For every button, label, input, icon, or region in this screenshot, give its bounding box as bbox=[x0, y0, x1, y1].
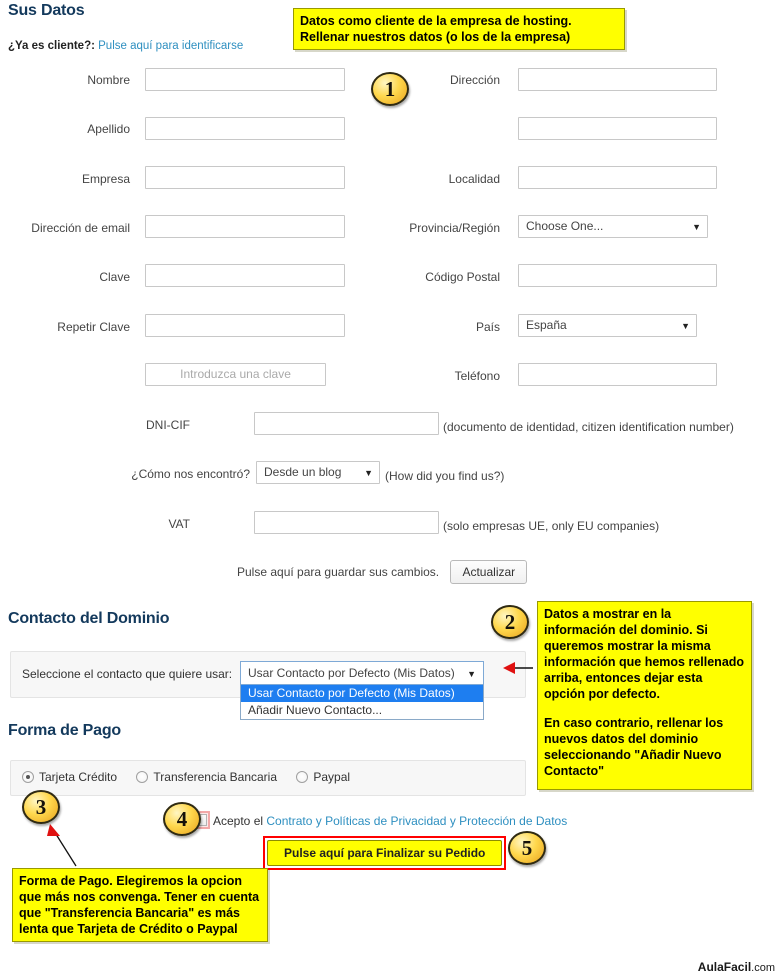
select-provincia[interactable]: Choose One... ▼ bbox=[518, 215, 708, 238]
annotation-note-2: Datos a mostrar en la información del do… bbox=[537, 601, 752, 790]
select-pais[interactable]: España ▼ bbox=[518, 314, 697, 337]
finalize-order-highlight: Pulse aquí para Finalizar su Pedido bbox=[263, 836, 507, 870]
chevron-down-icon: ▼ bbox=[364, 468, 373, 478]
chevron-down-icon: ▼ bbox=[681, 321, 690, 331]
annotation-note-3: Forma de Pago. Elegiremos la opcion que … bbox=[12, 868, 268, 942]
radio-icon-paypal[interactable] bbox=[296, 771, 309, 783]
label-nombre: Nombre bbox=[87, 73, 130, 87]
existing-client-question: ¿Ya es cliente?: bbox=[8, 40, 95, 52]
radio-icon-transferencia-bancaria[interactable] bbox=[136, 771, 149, 783]
label-localidad: Localidad bbox=[448, 172, 500, 186]
input-codigo-postal[interactable] bbox=[518, 264, 717, 287]
radio-label-transferencia-bancaria: Transferencia Bancaria bbox=[153, 770, 278, 784]
pointer-arrow-to-payment bbox=[47, 824, 77, 867]
chevron-down-icon: ▼ bbox=[692, 222, 701, 232]
select-como-nos-encontro-value: Desde un blog bbox=[264, 465, 342, 479]
select-provincia-value: Choose One... bbox=[526, 219, 604, 233]
label-empresa: Empresa bbox=[81, 172, 130, 186]
input-vat[interactable] bbox=[254, 511, 439, 534]
footer-brand-tld: .com bbox=[751, 962, 775, 974]
badge-1: 1 bbox=[371, 72, 409, 106]
input-clave[interactable] bbox=[145, 264, 345, 287]
input-localidad[interactable] bbox=[518, 166, 717, 189]
save-changes-text: Pulse aquí para guardar sus cambios. bbox=[237, 565, 440, 579]
label-pais: País bbox=[475, 320, 500, 334]
login-link[interactable]: Pulse aquí para identificarse bbox=[98, 40, 243, 52]
input-nombre[interactable] bbox=[145, 68, 345, 91]
badge-5: 5 bbox=[508, 831, 546, 865]
label-dni-cif: DNI-CIF bbox=[146, 418, 190, 432]
radio-option-tarjeta-credito[interactable]: Tarjeta Crédito bbox=[22, 770, 117, 784]
order-form-page: Sus Datos ¿Ya es cliente?: Pulse aquí pa… bbox=[0, 0, 783, 980]
hint-how-did-you-find-us: (How did you find us?) bbox=[385, 469, 505, 483]
select-contacto-dominio[interactable]: Usar Contacto por Defecto (Mis Datos) ▼ bbox=[240, 661, 484, 685]
select-contacto-value: Usar Contacto por Defecto (Mis Datos) bbox=[248, 666, 455, 680]
actualizar-button[interactable]: Actualizar bbox=[450, 560, 528, 584]
hint-vat: (solo empresas UE, only EU companies) bbox=[443, 519, 660, 533]
footer-brand-name: AulaFacil bbox=[697, 960, 752, 974]
note1-line2: Rellenar nuestros datos (o los de la emp… bbox=[300, 30, 571, 44]
dropdown-option-default[interactable]: Usar Contacto por Defecto (Mis Datos) bbox=[241, 685, 483, 702]
existing-client-prompt: ¿Ya es cliente?: Pulse aquí para identif… bbox=[8, 40, 243, 52]
section-title-sus-datos: Sus Datos bbox=[8, 2, 85, 19]
input-direccion-1[interactable] bbox=[518, 68, 717, 91]
note2-paragraph-1: Datos a mostrar en la información del do… bbox=[544, 607, 745, 701]
badge-2: 2 bbox=[491, 605, 529, 639]
radio-option-paypal[interactable]: Paypal bbox=[296, 770, 350, 784]
radio-icon-tarjeta-credito[interactable] bbox=[22, 771, 34, 783]
input-telefono[interactable] bbox=[518, 363, 717, 386]
input-dni-cif[interactable] bbox=[254, 412, 439, 435]
badge-4: 4 bbox=[163, 802, 201, 836]
note3-text: Forma de Pago. Elegiremos la opcion que … bbox=[19, 874, 260, 936]
hint-dni-cif: (documento de identidad, citizen identif… bbox=[443, 420, 734, 434]
label-como-nos-encontro: ¿Cómo nos encontró? bbox=[131, 467, 250, 481]
save-changes-row: Pulse aquí para guardar sus cambios. Act… bbox=[237, 560, 528, 584]
annotation-note-1: Datos como cliente de la empresa de host… bbox=[293, 8, 625, 50]
accept-terms-prefix: Acepto el bbox=[213, 814, 264, 828]
section-title-forma-pago: Forma de Pago bbox=[8, 722, 121, 739]
label-apellido: Apellido bbox=[87, 122, 130, 136]
input-direccion-2[interactable] bbox=[518, 117, 717, 140]
radio-label-paypal: Paypal bbox=[313, 770, 351, 784]
chevron-down-icon: ▼ bbox=[467, 669, 476, 679]
select-pais-value: España bbox=[526, 318, 567, 332]
note2-paragraph-2: En caso contrario, rellenar los nuevos d… bbox=[544, 716, 724, 778]
label-telefono: Teléfono bbox=[454, 369, 500, 383]
label-provincia: Provincia/Región bbox=[409, 221, 500, 235]
pointer-arrow-to-dropdown bbox=[503, 662, 533, 674]
radio-option-transferencia-bancaria[interactable]: Transferencia Bancaria bbox=[136, 770, 277, 784]
badge-3: 3 bbox=[22, 790, 60, 824]
select-como-nos-encontro[interactable]: Desde un blog ▼ bbox=[256, 461, 380, 484]
contacto-dropdown-list[interactable]: Usar Contacto por Defecto (Mis Datos) Añ… bbox=[240, 685, 484, 720]
input-email[interactable] bbox=[145, 215, 345, 238]
note1-line1: Datos como cliente de la empresa de host… bbox=[300, 14, 572, 28]
finalize-order-button[interactable]: Pulse aquí para Finalizar su Pedido bbox=[267, 840, 503, 866]
input-repetir-clave[interactable] bbox=[145, 314, 345, 337]
label-clave: Clave bbox=[99, 270, 130, 284]
label-vat: VAT bbox=[168, 517, 190, 531]
dropdown-option-new-contact[interactable]: Añadir Nuevo Contacto... bbox=[241, 702, 483, 719]
payment-method-group: Tarjeta Crédito Transferencia Bancaria P… bbox=[22, 770, 366, 784]
label-codigo-postal: Código Postal bbox=[425, 270, 500, 284]
accept-terms-row: Acepto el Contrato y Políticas de Privac… bbox=[192, 811, 567, 829]
radio-label-tarjeta-credito: Tarjeta Crédito bbox=[39, 770, 118, 784]
label-seleccione-contacto: Seleccione el contacto que quiere usar: bbox=[22, 667, 233, 681]
label-repetir-clave: Repetir Clave bbox=[57, 320, 130, 334]
label-email: Dirección de email bbox=[31, 221, 130, 235]
password-strength-hint: Introduzca una clave bbox=[145, 363, 326, 386]
terms-and-privacy-link[interactable]: Contrato y Políticas de Privacidad y Pro… bbox=[266, 814, 567, 828]
input-empresa[interactable] bbox=[145, 166, 345, 189]
site-footer-brand: AulaFacil.com bbox=[698, 960, 775, 974]
input-apellido[interactable] bbox=[145, 117, 345, 140]
section-title-contacto-dominio: Contacto del Dominio bbox=[8, 610, 170, 627]
